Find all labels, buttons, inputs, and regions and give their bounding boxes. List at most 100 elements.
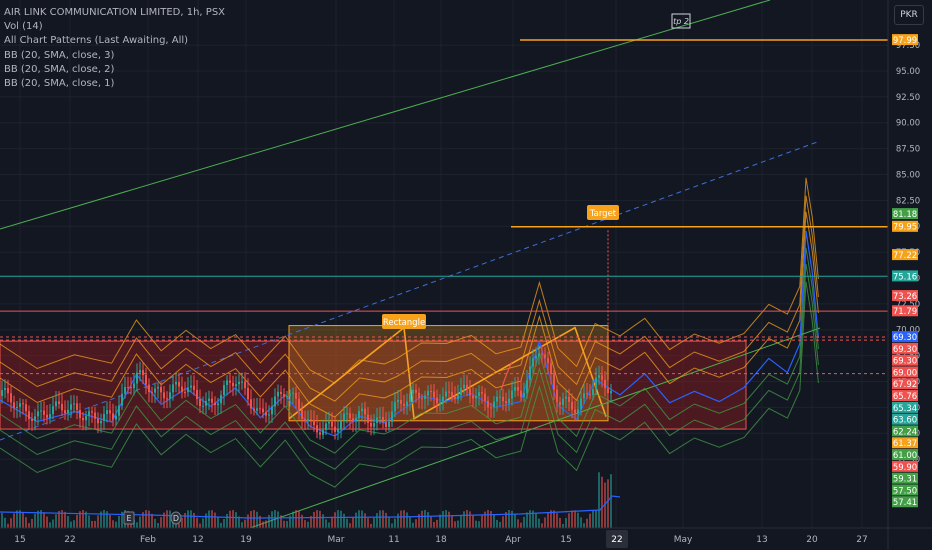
indicator-chart-patterns[interactable]: All Chart Patterns (Last Awaiting, All)	[4, 34, 225, 48]
volume-bar	[508, 510, 510, 528]
indicator-bb-3[interactable]: BB (20, SMA, close, 3)	[4, 49, 225, 63]
candle-body	[490, 407, 492, 409]
candle-body	[283, 393, 285, 397]
candle-body	[244, 381, 246, 388]
volume-bar	[451, 515, 453, 528]
indicator-bb-2[interactable]: BB (20, SMA, close, 2)	[4, 63, 225, 77]
candle-body	[574, 409, 576, 414]
price-level-label: 71.79	[893, 307, 917, 317]
candle-body	[430, 390, 432, 392]
candle-body	[400, 399, 402, 404]
volume-bar	[16, 510, 18, 528]
volume-bar	[472, 515, 474, 528]
candle-body	[277, 391, 279, 397]
candle-body	[502, 396, 504, 402]
volume-bar	[424, 510, 426, 528]
y-tick-label: 82.50	[896, 196, 920, 206]
candle-body	[610, 391, 612, 394]
volume-bar	[571, 510, 573, 528]
candle-body	[397, 399, 399, 403]
candle-body	[592, 389, 594, 395]
candle-body	[31, 419, 33, 421]
candle-body	[436, 397, 438, 404]
volume-bar	[220, 522, 222, 528]
indicator-bb-1[interactable]: BB (20, SMA, close, 1)	[4, 77, 225, 91]
candle-body	[85, 415, 87, 421]
volume-bar	[328, 522, 330, 528]
price-level-label: 59.31	[893, 475, 917, 485]
price-level-label: 61.37	[893, 439, 917, 449]
candle-body	[58, 401, 60, 404]
candle-body	[115, 415, 117, 420]
candle-body	[178, 382, 180, 387]
x-tick-label: 18	[435, 535, 447, 545]
volume-bar	[553, 510, 555, 528]
candle-body	[202, 405, 204, 407]
volume-bar	[139, 516, 141, 528]
volume-bar	[316, 510, 318, 528]
candle-body	[91, 411, 93, 413]
volume-bar	[334, 512, 336, 528]
volume-bar	[394, 518, 396, 528]
volume-bar	[322, 514, 324, 528]
volume-bar	[202, 518, 204, 528]
candle-body	[160, 386, 162, 393]
price-level-label: 69.00	[893, 368, 917, 378]
candle-body	[604, 379, 606, 389]
volume-bar	[544, 517, 546, 528]
candle-body	[286, 395, 288, 397]
volume-bar	[457, 520, 459, 528]
volume-bar	[109, 514, 111, 528]
candle-body	[256, 408, 258, 411]
candle-body	[130, 387, 132, 389]
candle-body	[520, 390, 522, 398]
volume-bar	[274, 510, 276, 528]
candle-body	[418, 392, 420, 399]
volume-bar	[412, 522, 414, 528]
volume-bar	[25, 517, 27, 528]
candle-body	[364, 408, 366, 415]
candle-body	[97, 418, 99, 424]
candle-body	[499, 396, 501, 398]
candle-body	[241, 381, 243, 383]
candle-body	[274, 396, 276, 407]
volume-bar	[607, 479, 609, 528]
candle-body	[124, 387, 126, 394]
candle-body	[589, 394, 591, 396]
volume-bar	[583, 523, 585, 528]
volume-bar	[565, 518, 567, 528]
price-level-label: 67.92	[893, 380, 917, 390]
indicator-vol[interactable]: Vol (14)	[4, 20, 225, 34]
candle-body	[193, 385, 195, 390]
candle-body	[139, 370, 141, 373]
candle-body	[223, 385, 225, 396]
candle-body	[373, 422, 375, 427]
volume-bar	[22, 512, 24, 528]
volume-bar	[148, 510, 150, 528]
rectangle-label: Rectangle	[383, 318, 425, 328]
currency-button[interactable]: PKR	[894, 5, 924, 25]
volume-bar	[433, 522, 435, 528]
volume-bar	[520, 522, 522, 528]
volume-bar	[76, 514, 78, 528]
volume-bar	[568, 513, 570, 528]
candle-body	[532, 358, 534, 367]
tp2-label: tp 2	[673, 17, 689, 26]
candle-body	[394, 402, 396, 412]
candle-body	[280, 391, 282, 394]
candle-body	[583, 393, 585, 399]
volume-bar	[115, 521, 117, 528]
price-level-label: 65.76	[893, 392, 917, 402]
volume-bar	[421, 510, 423, 528]
volume-bar	[52, 519, 54, 528]
candle-body	[70, 404, 72, 410]
candle-body	[571, 401, 573, 410]
candle-body	[526, 380, 528, 393]
volume-bar	[70, 521, 72, 528]
candle-body	[169, 392, 171, 399]
volume-bar	[376, 513, 378, 528]
candle-body	[211, 398, 213, 403]
volume-bar	[379, 510, 381, 528]
candle-body	[439, 402, 441, 404]
candle-body	[1, 390, 3, 396]
